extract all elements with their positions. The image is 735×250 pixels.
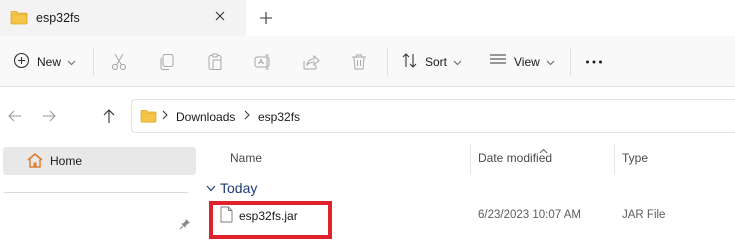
folder-icon xyxy=(10,10,28,28)
copy-icon[interactable] xyxy=(157,52,177,72)
close-icon[interactable] xyxy=(212,8,228,24)
more-icon[interactable] xyxy=(584,52,604,72)
sidebar-item-home[interactable]: Home xyxy=(3,147,196,175)
delete-icon[interactable] xyxy=(349,52,369,72)
rename-icon[interactable] xyxy=(253,52,273,72)
toolbar-separator xyxy=(93,48,94,76)
new-label: New xyxy=(37,54,62,69)
toolbar-separator xyxy=(570,48,571,76)
home-icon xyxy=(26,152,44,172)
folder-icon xyxy=(140,109,157,126)
chevron-right-icon[interactable] xyxy=(244,110,250,123)
toolbar-separator xyxy=(387,48,388,76)
highlight-box xyxy=(209,201,332,239)
file-type: JAR File xyxy=(622,209,666,221)
paste-icon[interactable] xyxy=(205,52,225,72)
view-icon xyxy=(489,52,507,71)
breadcrumb-esp32fs[interactable]: esp32fs xyxy=(258,110,300,124)
tab-title: esp32fs xyxy=(36,11,80,25)
group-header-today[interactable]: Today xyxy=(206,180,257,196)
view-button[interactable]: View xyxy=(489,36,555,87)
back-arrow-icon[interactable] xyxy=(6,107,24,125)
up-arrow-icon[interactable] xyxy=(100,107,118,125)
new-button[interactable]: New xyxy=(13,36,76,87)
plus-icon[interactable] xyxy=(256,8,276,28)
share-icon[interactable] xyxy=(301,52,321,72)
forward-arrow-icon[interactable] xyxy=(40,107,58,125)
tab-esp32fs[interactable]: esp32fs xyxy=(0,0,246,36)
sort-button[interactable]: Sort xyxy=(401,36,462,87)
navigation-row: Downloads esp32fs xyxy=(0,87,735,147)
column-divider[interactable] xyxy=(614,144,615,174)
chevron-down-icon xyxy=(206,181,216,195)
breadcrumb-downloads[interactable]: Downloads xyxy=(176,110,235,124)
column-divider[interactable] xyxy=(470,144,471,174)
address-bar[interactable]: Downloads esp32fs xyxy=(131,99,735,133)
chevron-right-icon[interactable] xyxy=(162,110,168,123)
chevron-down-icon xyxy=(546,55,555,69)
chevron-down-icon xyxy=(67,55,76,69)
sidebar-divider xyxy=(4,192,188,193)
cut-icon[interactable] xyxy=(109,52,129,72)
column-header-type[interactable]: Type xyxy=(622,151,648,165)
pin-icon xyxy=(179,218,191,233)
column-header-date-modified[interactable]: Date modified xyxy=(478,151,552,165)
chevron-down-icon xyxy=(453,55,462,69)
file-date-modified: 6/23/2023 10:07 AM xyxy=(478,209,581,221)
navigation-pane: Home xyxy=(0,147,196,250)
column-header-name[interactable]: Name xyxy=(230,151,262,165)
sort-label: Sort xyxy=(425,54,448,69)
sort-icon xyxy=(401,52,418,72)
title-bar: esp32fs xyxy=(0,0,735,36)
view-label: View xyxy=(514,54,540,69)
group-label: Today xyxy=(220,180,258,196)
sidebar-item-label: Home xyxy=(50,154,83,168)
command-bar: New Sort View xyxy=(0,36,735,87)
new-plus-icon xyxy=(13,52,30,72)
